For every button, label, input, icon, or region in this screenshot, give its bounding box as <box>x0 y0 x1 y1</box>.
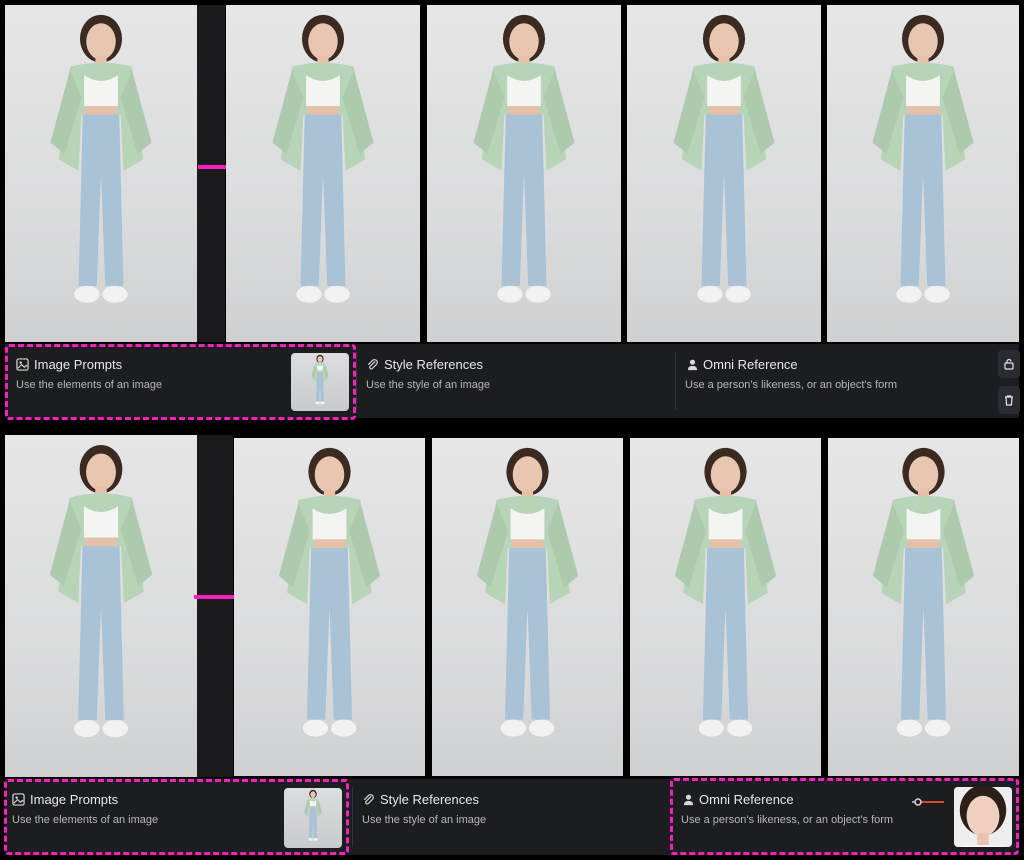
generated-photo-top-1[interactable] <box>226 5 420 342</box>
source-photo-top <box>5 5 197 342</box>
omni-reference-description: Use a person's likeness, or an object's … <box>685 379 898 391</box>
unlock-button[interactable] <box>998 350 1020 378</box>
trash-icon <box>1005 395 1013 406</box>
highlight-box-image-prompts-top <box>5 344 356 420</box>
divider <box>356 352 357 410</box>
highlight-box-image-prompts-bottom <box>4 779 349 855</box>
generated-photo-top-2[interactable] <box>427 5 621 342</box>
omni-reference-title[interactable]: Omni Reference <box>703 357 798 372</box>
source-photo-bottom <box>5 435 197 777</box>
divider <box>675 352 676 410</box>
paperclip-icon <box>363 794 374 805</box>
style-references-description: Use the style of an image <box>366 379 491 391</box>
paperclip-icon <box>367 359 378 370</box>
generated-photo-top-3[interactable] <box>627 5 821 342</box>
style-references-title[interactable]: Style References <box>380 792 479 807</box>
generated-photo-bottom-4[interactable] <box>828 438 1019 776</box>
generated-photo-top-4[interactable] <box>827 5 1019 342</box>
style-references-title[interactable]: Style References <box>384 357 483 372</box>
generated-photo-bottom-2[interactable] <box>432 438 623 776</box>
unlock-icon <box>1004 358 1014 370</box>
generated-photo-bottom-3[interactable] <box>630 438 821 776</box>
delete-button[interactable] <box>998 386 1020 414</box>
style-references-description: Use the style of an image <box>362 814 487 826</box>
highlight-box-omni-reference-bottom <box>670 778 1019 855</box>
divider <box>352 787 353 847</box>
generated-photo-bottom-1[interactable] <box>234 438 425 776</box>
person-icon <box>687 359 698 371</box>
